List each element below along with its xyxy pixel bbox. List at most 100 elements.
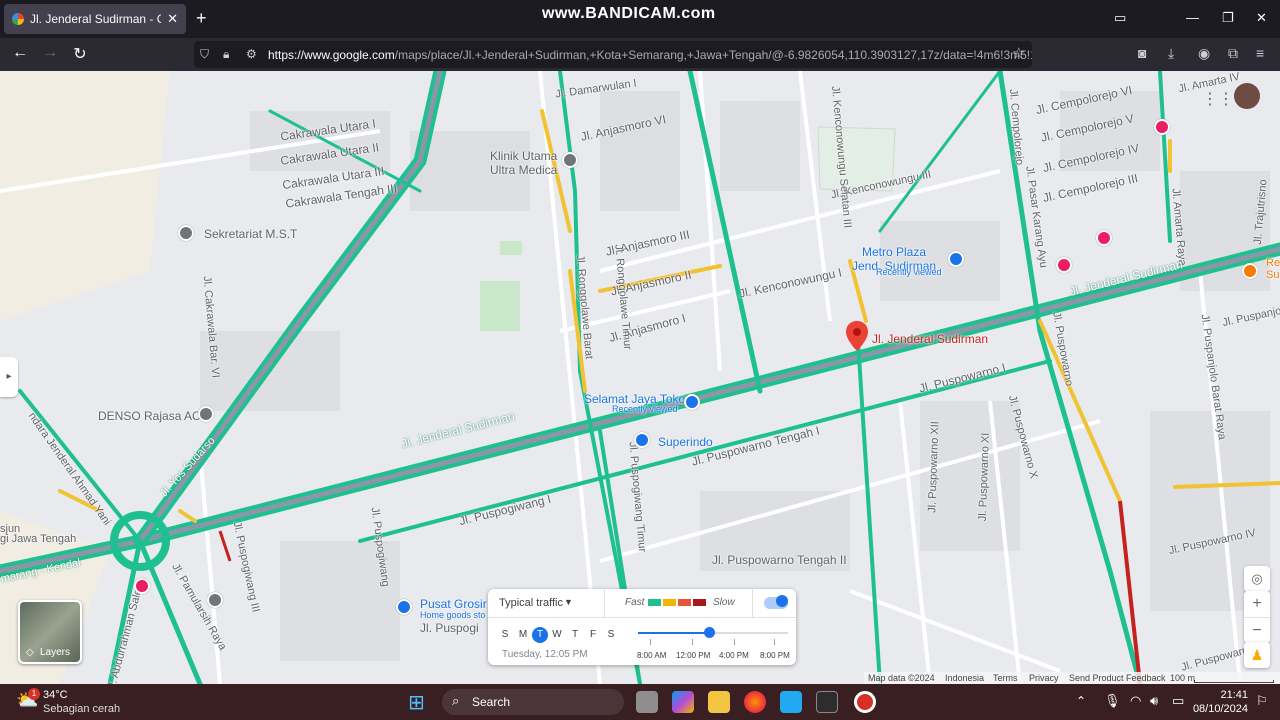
tick-label: 8:00 PM <box>760 651 790 660</box>
terms-link[interactable]: Terms <box>993 673 1018 683</box>
medical-pin-icon[interactable] <box>562 152 578 168</box>
my-location-button[interactable]: ◎ <box>1244 566 1270 592</box>
maximize-icon[interactable]: ❐ <box>1222 10 1234 26</box>
permissions-icon[interactable]: ⚙ <box>246 47 257 61</box>
chevron-down-icon[interactable]: ▼ <box>564 597 573 607</box>
poi-pusat-grosir[interactable]: Pusat Grosir <box>420 597 487 611</box>
traffic-legend-slow <box>678 599 691 606</box>
close-tab-icon[interactable]: ✕ <box>167 11 178 27</box>
task-view-icon[interactable] <box>636 691 658 713</box>
temperature[interactable]: 34°C <box>43 689 68 701</box>
tick <box>774 639 775 645</box>
day-fri[interactable]: F <box>584 629 602 640</box>
divider <box>752 589 753 617</box>
wifi-icon[interactable]: ◠ <box>1130 693 1141 709</box>
traffic-legend-fast <box>648 599 661 606</box>
new-tab-icon[interactable]: + <box>196 8 207 29</box>
place-pin-icon[interactable] <box>198 406 214 422</box>
day-wed[interactable]: W <box>548 629 566 640</box>
minimize-icon[interactable]: — <box>1186 10 1199 25</box>
layers-button[interactable]: ◇ Layers <box>18 600 82 664</box>
bandicam-record-icon[interactable] <box>854 691 876 713</box>
clock-time[interactable]: 21:41 <box>1198 689 1248 701</box>
copilot-icon[interactable] <box>672 691 694 713</box>
recording-watermark: www.BANDICAM.com <box>542 5 716 22</box>
red-location-pin-icon[interactable] <box>846 321 868 351</box>
volume-icon[interactable]: 🔊︎ <box>1150 693 1158 709</box>
day-sat[interactable]: S <box>602 629 620 640</box>
shield-icon[interactable]: ⛉ <box>200 47 209 62</box>
menu-icon[interactable]: ≡ <box>1256 45 1264 61</box>
clock-date[interactable]: 08/10/2024 <box>1190 703 1248 715</box>
hotel-pin-icon[interactable] <box>1154 119 1170 135</box>
map-data-attribution: Map data ©2024 <box>868 673 935 683</box>
street-label: Jl. Puspowarno Tengah II <box>712 553 847 567</box>
bookmark-star-icon[interactable]: ☆ <box>1012 44 1025 62</box>
pocket-icon[interactable]: ◙ <box>1138 45 1146 61</box>
account-icon[interactable]: ◉ <box>1198 45 1210 62</box>
shopping-pin-icon[interactable] <box>948 251 964 267</box>
notifications-icon[interactable]: ⚐ <box>1256 693 1268 709</box>
taskbar-search[interactable]: ⌕ Search <box>442 689 624 715</box>
avatar[interactable] <box>1234 83 1260 109</box>
day-tue[interactable]: T <box>532 627 548 643</box>
hotel-pin-icon[interactable] <box>1056 257 1072 273</box>
terminal-icon[interactable] <box>816 691 838 713</box>
shopping-pin-icon[interactable] <box>684 394 700 410</box>
scale-label[interactable]: 100 m <box>1170 673 1195 683</box>
vscode-icon[interactable] <box>780 691 802 713</box>
reload-icon[interactable]: ↻ <box>70 44 90 64</box>
tab-google-maps[interactable]: Jl. Jenderal Sudirman - Google Maps ✕ <box>4 4 186 34</box>
file-explorer-icon[interactable] <box>708 691 730 713</box>
cart-pin-icon[interactable] <box>634 432 650 448</box>
privacy-link[interactable]: Privacy <box>1029 673 1059 683</box>
poi-klinik-utama[interactable]: Klinik Utama Ultra Medica <box>490 149 557 177</box>
region-link[interactable]: Indonesia <box>945 673 984 683</box>
map-canvas[interactable]: Jl. Damarwulan I Jl. Anjasmoro VI Jl. An… <box>0 71 1280 684</box>
search-icon: ⌕ <box>452 693 460 708</box>
traffic-mode-dropdown[interactable]: Typical traffic <box>499 597 563 609</box>
poi-restaurant[interactable]: Re Su <box>1266 257 1280 281</box>
pegman-icon: ♟ <box>1250 647 1264 663</box>
day-sun[interactable]: S <box>496 629 514 640</box>
tick <box>734 639 735 645</box>
poi-superindo[interactable]: Superindo <box>658 435 713 449</box>
firefox-icon[interactable] <box>744 691 766 713</box>
day-mon[interactable]: M <box>514 629 532 640</box>
weather-text[interactable]: Sebagian cerah <box>43 703 120 715</box>
shopping-pin-icon[interactable] <box>396 599 412 615</box>
time-slider-handle[interactable] <box>703 627 715 638</box>
place-pin-icon[interactable] <box>178 225 194 241</box>
zoom-in-button[interactable]: + <box>1244 591 1270 617</box>
tab-list-icon[interactable]: ▭ <box>1114 10 1126 26</box>
battery-icon[interactable]: ▭ <box>1172 693 1184 709</box>
street-label: Jl. Puspogi <box>420 621 479 635</box>
zoom-out-button[interactable]: − <box>1244 617 1270 643</box>
chevron-up-icon[interactable]: ⌃ <box>1076 694 1086 708</box>
poi-denso[interactable]: DENSO Rajasa AC <box>98 409 201 423</box>
hotel-pin-icon[interactable] <box>1096 230 1112 246</box>
lock-icon[interactable]: 🔒︎ <box>223 47 229 62</box>
traffic-legend-very-slow <box>693 599 706 606</box>
pegman-button[interactable]: ♟ <box>1244 642 1270 668</box>
extensions-icon[interactable]: ⧉ <box>1228 45 1238 62</box>
place-pin-icon[interactable] <box>134 578 150 594</box>
zoom-controls: + − <box>1244 591 1270 643</box>
poi-sekretariat[interactable]: Sekretariat M.S.T <box>204 227 297 241</box>
selected-place-label[interactable]: Jl. Jenderal Sudirman <box>872 332 988 346</box>
day-thu[interactable]: T <box>566 629 584 640</box>
traffic-panel: Typical traffic ▼ Fast Slow SMTWTFS Tues… <box>488 589 796 665</box>
restaurant-pin-icon[interactable] <box>1242 263 1258 279</box>
place-pin-icon[interactable] <box>207 592 223 608</box>
feedback-link[interactable]: Send Product Feedback <box>1069 673 1166 683</box>
microphone-icon[interactable]: 🎙︎ <box>1104 693 1121 709</box>
url-bar[interactable]: https://www.google.com/maps/place/Jl.+Je… <box>194 41 1032 68</box>
download-icon[interactable]: ⤓ <box>1168 45 1174 62</box>
layers-icon: ◇ <box>26 647 34 658</box>
back-icon[interactable]: ← <box>10 44 30 62</box>
forward-icon[interactable]: → <box>40 44 60 62</box>
layers-label: Layers <box>40 647 71 658</box>
close-window-icon[interactable]: ✕ <box>1256 10 1267 26</box>
expand-panel-icon[interactable]: ▸ <box>0 357 18 397</box>
windows-start-icon[interactable]: ⊞ <box>408 690 425 715</box>
